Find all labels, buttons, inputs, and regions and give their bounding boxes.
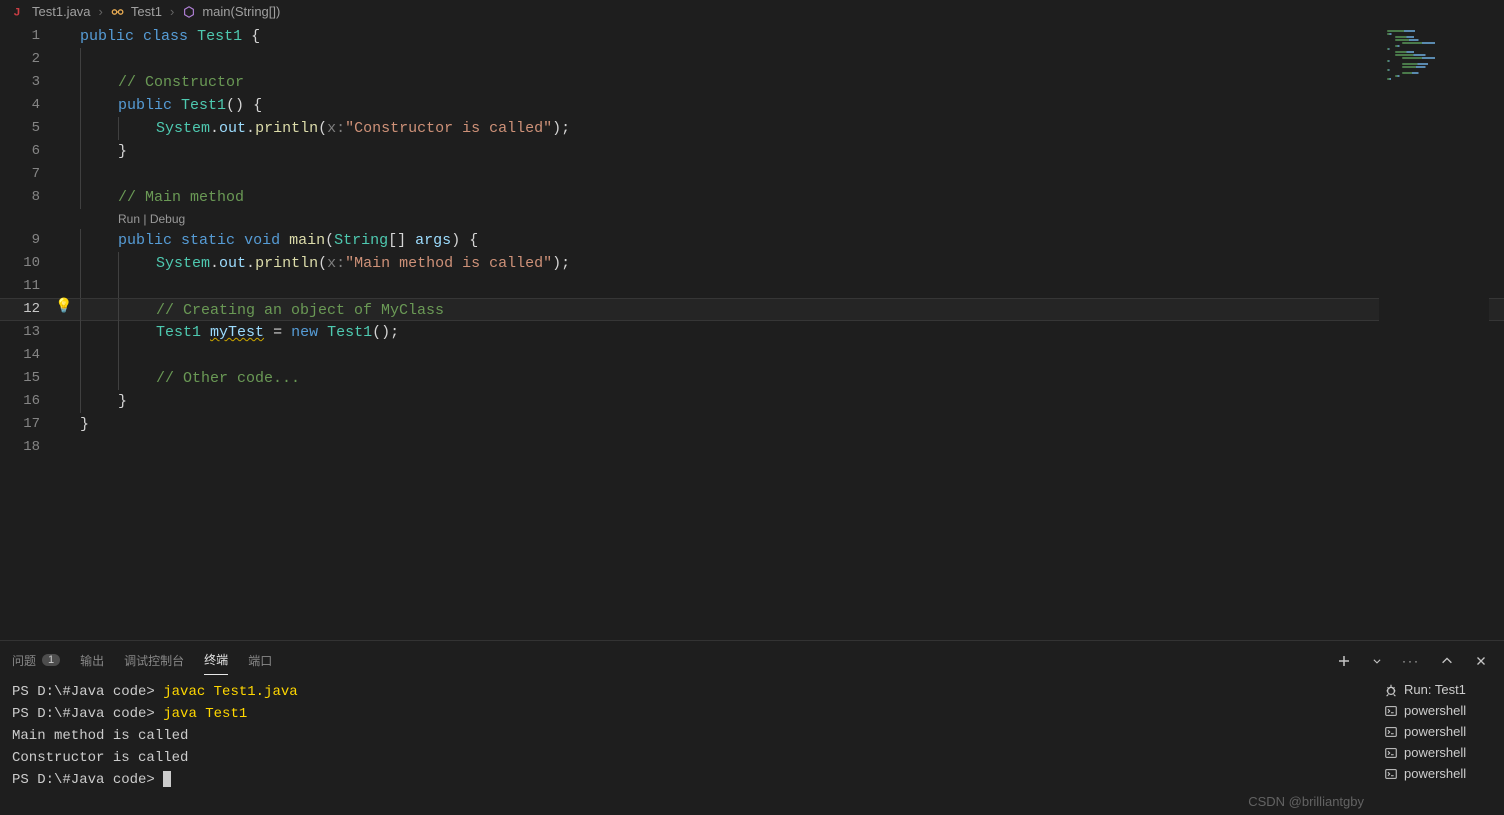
chevron-right-icon: › <box>170 4 174 19</box>
terminal-icon <box>1384 704 1398 718</box>
terminal-line: PS D:\#Java code> <box>12 769 1362 791</box>
code-line[interactable] <box>80 436 1504 459</box>
maximize-panel-button[interactable] <box>1436 652 1458 670</box>
chevron-right-icon: › <box>99 4 103 19</box>
code-line[interactable]: public class Test1 { <box>80 25 1504 48</box>
method-icon <box>182 5 196 19</box>
terminal-line: Main method is called <box>12 725 1362 747</box>
tab-debug-console[interactable]: 调试控制台 <box>124 648 184 675</box>
bottom-panel: 问题 1 输出 调试控制台 终端 端口 ··· PS D:\#Java code… <box>0 640 1504 815</box>
code-line[interactable]: System.out.println(x:"Constructor is cal… <box>80 117 1504 140</box>
terminal-dropdown-button[interactable] <box>1368 654 1386 668</box>
terminal-cursor <box>163 771 171 787</box>
terminal-icon <box>1384 725 1398 739</box>
line-number-gutter: 123456789101112131415161718 <box>0 23 60 640</box>
terminal-list-item[interactable]: powershell <box>1380 721 1498 742</box>
code-line[interactable] <box>80 163 1504 186</box>
terminal-line: Constructor is called <box>12 747 1362 769</box>
code-area[interactable]: public class Test1 {// Constructorpublic… <box>80 23 1504 640</box>
minimap[interactable] <box>1379 23 1489 640</box>
tab-problems[interactable]: 问题 1 <box>12 648 60 675</box>
code-line[interactable] <box>80 275 1504 298</box>
codelens-run[interactable]: Run <box>118 212 140 226</box>
terminal-list: Run: Test1powershellpowershellpowershell… <box>1374 675 1504 815</box>
panel-tab-bar: 问题 1 输出 调试控制台 终端 端口 ··· <box>0 641 1504 675</box>
code-line[interactable]: System.out.println(x:"Main method is cal… <box>80 252 1504 275</box>
terminal-list-item[interactable]: powershell <box>1380 700 1498 721</box>
tab-terminal[interactable]: 终端 <box>204 647 228 675</box>
code-line[interactable]: public static void main(String[] args) { <box>80 229 1504 252</box>
code-line[interactable]: public Test1() { <box>80 94 1504 117</box>
code-line[interactable]: // Other code... <box>80 367 1504 390</box>
breadcrumb-method[interactable]: main(String[]) <box>202 4 280 19</box>
code-line[interactable]: } <box>80 390 1504 413</box>
terminal-list-item[interactable]: Run: Test1 <box>1380 679 1498 700</box>
java-file-icon: J <box>12 5 26 19</box>
code-line[interactable]: } <box>80 140 1504 163</box>
svg-text:J: J <box>14 6 20 18</box>
breadcrumb-file[interactable]: Test1.java <box>32 4 91 19</box>
code-line[interactable]: } <box>80 413 1504 436</box>
watermark: CSDN @brilliantgby <box>1248 794 1364 809</box>
glyph-margin: 💡 <box>60 23 80 640</box>
code-line[interactable]: Test1 myTest = new Test1(); <box>80 321 1504 344</box>
new-terminal-button[interactable] <box>1332 651 1356 671</box>
terminal-line: PS D:\#Java code> java Test1 <box>12 703 1362 725</box>
close-panel-button[interactable] <box>1470 652 1492 670</box>
terminal-list-item[interactable]: powershell <box>1380 763 1498 784</box>
tab-ports[interactable]: 端口 <box>248 648 272 675</box>
terminal-icon <box>1384 746 1398 760</box>
more-actions-button[interactable]: ··· <box>1398 652 1424 670</box>
tab-output[interactable]: 输出 <box>80 648 104 675</box>
class-icon <box>111 5 125 19</box>
terminal-line: PS D:\#Java code> javac Test1.java <box>12 681 1362 703</box>
code-line[interactable] <box>80 48 1504 71</box>
code-line[interactable]: // Constructor <box>80 71 1504 94</box>
bug-icon <box>1384 683 1398 697</box>
code-line[interactable]: // Creating an object of MyClass <box>0 298 1504 321</box>
code-editor[interactable]: 123456789101112131415161718 💡 public cla… <box>0 23 1504 640</box>
problems-count-badge: 1 <box>42 654 60 666</box>
codelens-debug[interactable]: Debug <box>150 212 185 226</box>
terminal-list-item[interactable]: powershell <box>1380 742 1498 763</box>
code-line[interactable] <box>80 344 1504 367</box>
breadcrumb: J Test1.java › Test1 › main(String[]) <box>0 0 1504 23</box>
terminal-output[interactable]: PS D:\#Java code> javac Test1.javaPS D:\… <box>0 675 1374 815</box>
code-line[interactable]: // Main method <box>80 186 1504 209</box>
breadcrumb-class[interactable]: Test1 <box>131 4 162 19</box>
terminal-icon <box>1384 767 1398 781</box>
